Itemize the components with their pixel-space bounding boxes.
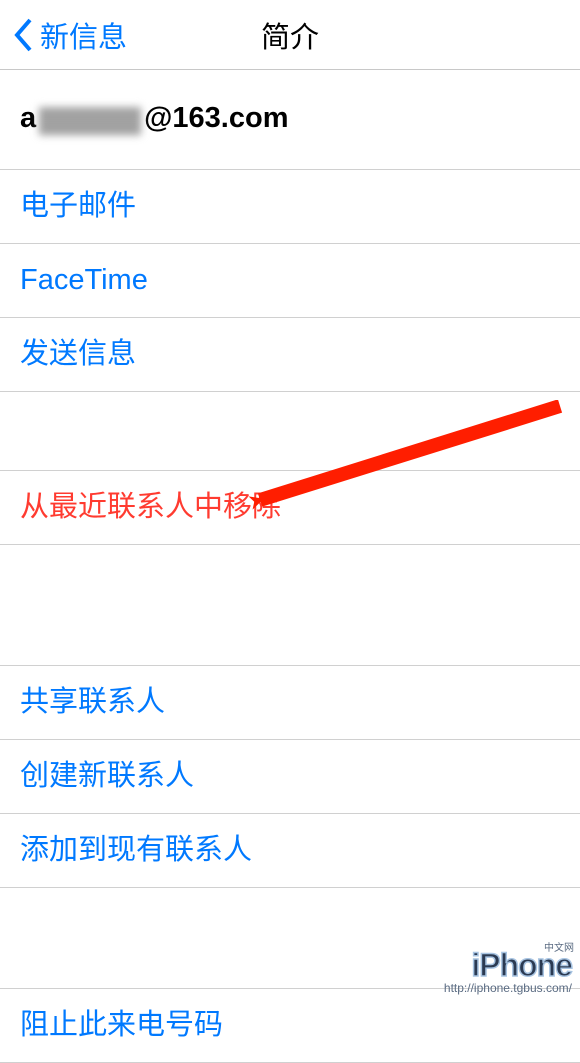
back-button[interactable]: 新信息 — [12, 14, 127, 56]
actions-group-4: 阻止此来电号码 — [0, 988, 580, 1063]
contact-header: a @163.com — [0, 92, 580, 169]
navbar: 新信息 简介 — [0, 0, 580, 70]
action-send-message[interactable]: 发送信息 — [0, 318, 580, 392]
redacted-segment — [39, 107, 141, 135]
email-suffix: @163.com — [144, 102, 288, 135]
section-gap — [0, 392, 580, 470]
action-remove-recent[interactable]: 从最近联系人中移除 — [0, 471, 580, 545]
action-block[interactable]: 阻止此来电号码 — [0, 989, 580, 1063]
page-title: 简介 — [261, 14, 319, 56]
content: a @163.com 电子邮件 FaceTime 发送信息 从最近联系人中移除 … — [0, 70, 580, 1063]
actions-group-2: 从最近联系人中移除 — [0, 470, 580, 545]
watermark-logo: iPhone 中文网 — [444, 949, 572, 981]
action-create-contact[interactable]: 创建新联系人 — [0, 740, 580, 814]
section-gap — [0, 545, 580, 665]
action-add-to-existing[interactable]: 添加到现有联系人 — [0, 814, 580, 888]
watermark: iPhone 中文网 http://iphone.tgbus.com/ — [444, 949, 572, 995]
actions-group-3: 共享联系人 创建新联系人 添加到现有联系人 — [0, 665, 580, 888]
action-share-contact[interactable]: 共享联系人 — [0, 666, 580, 740]
watermark-url: http://iphone.tgbus.com/ — [444, 981, 572, 995]
actions-group-1: 电子邮件 FaceTime 发送信息 — [0, 169, 580, 392]
watermark-sub: 中文网 — [544, 944, 574, 954]
action-facetime[interactable]: FaceTime — [0, 244, 580, 318]
contact-email: a @163.com — [20, 102, 560, 135]
chevron-left-icon — [12, 17, 34, 53]
email-prefix: a — [20, 102, 36, 135]
back-label: 新信息 — [40, 14, 127, 56]
action-email[interactable]: 电子邮件 — [0, 170, 580, 244]
